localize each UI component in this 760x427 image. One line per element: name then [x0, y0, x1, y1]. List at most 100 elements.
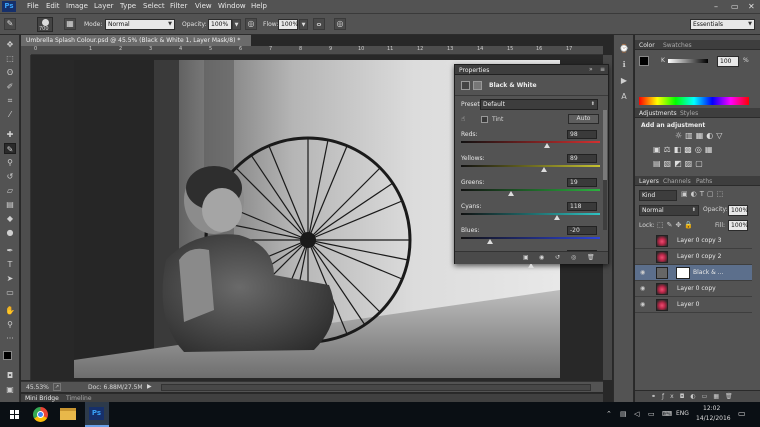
- chrome-icon[interactable]: [33, 407, 48, 422]
- opacity-field[interactable]: 100%: [208, 19, 232, 30]
- layer-row[interactable]: Layer 0 copy 2: [635, 249, 752, 265]
- mode-dropdown[interactable]: Normal ▼: [105, 19, 175, 30]
- layer-visibility-eye-icon[interactable]: ◉: [640, 285, 645, 292]
- mask-icon[interactable]: [473, 81, 482, 90]
- crop-tool-icon[interactable]: ⌗: [4, 95, 16, 106]
- slider-track[interactable]: [461, 189, 600, 191]
- slider-value-field[interactable]: 118: [567, 202, 597, 211]
- history-brush-tool-icon[interactable]: ↺: [4, 171, 16, 182]
- adjustment-icons-row-1[interactable]: ☼▥▦◐▽: [675, 131, 755, 141]
- color-foreground-swatch[interactable]: [639, 56, 649, 66]
- opacity-dropdown-icon[interactable]: ▼: [232, 19, 241, 30]
- blur-tool-icon[interactable]: ◆: [4, 213, 16, 224]
- path-selection-tool-icon[interactable]: ➤: [4, 273, 16, 284]
- quick-selection-tool-icon[interactable]: ✐: [4, 81, 16, 92]
- layers-tab[interactable]: Layers: [639, 178, 659, 185]
- toggle-brush-panel-icon[interactable]: ▦: [64, 18, 76, 30]
- document-tab[interactable]: Umbrella Splash Colour.psd @ 45.5% (Blac…: [21, 35, 251, 46]
- slider-knob[interactable]: [541, 167, 548, 172]
- k-slider[interactable]: [668, 59, 708, 63]
- targeted-adjustment-icon[interactable]: ☝: [461, 115, 465, 123]
- menu-window[interactable]: Window: [218, 2, 246, 10]
- fill-field[interactable]: 100%: [728, 220, 748, 231]
- slider-knob[interactable]: [544, 143, 551, 148]
- horizontal-ruler[interactable]: 0 1 2 3 4 5 6 7 8 9 10 11 12 13 14 15 16…: [31, 46, 603, 55]
- shape-tool-icon[interactable]: ▭: [4, 287, 16, 298]
- slider-track[interactable]: [461, 141, 600, 143]
- scroll-thumb[interactable]: [603, 110, 607, 180]
- layer-row[interactable]: ◉ Layer 0: [635, 297, 752, 313]
- menu-filter[interactable]: Filter: [170, 2, 187, 10]
- photoshop-taskbar-button[interactable]: Ps: [85, 402, 109, 427]
- layer-filter-dropdown[interactable]: Kind: [639, 190, 677, 201]
- view-previous-icon[interactable]: ◉: [539, 254, 544, 261]
- eraser-tool-icon[interactable]: ▱: [4, 185, 16, 196]
- menu-view[interactable]: View: [195, 2, 212, 10]
- action-center-icon[interactable]: ▭: [738, 409, 746, 418]
- menu-edit[interactable]: Edit: [46, 2, 60, 10]
- layers-footer-icons[interactable]: ⚭ƒx◘◐▭▦🗑: [635, 390, 760, 402]
- delete-icon[interactable]: 🗑: [587, 254, 595, 261]
- zoom-level[interactable]: 45.53%: [26, 384, 49, 391]
- clock-time[interactable]: 12:02: [703, 405, 720, 412]
- slider-knob[interactable]: [553, 215, 560, 220]
- layer-visibility-eye-icon[interactable]: ◉: [640, 301, 645, 308]
- marquee-tool-icon[interactable]: ⬚: [4, 53, 16, 64]
- healing-brush-tool-icon[interactable]: ✚: [4, 129, 16, 140]
- channels-tab[interactable]: Channels: [663, 178, 691, 185]
- tray-keyboard-icon[interactable]: ⌨: [662, 410, 672, 418]
- layer-row[interactable]: Layer 0 copy 3: [635, 233, 752, 249]
- layer-row[interactable]: ◉ Black & ...: [635, 265, 752, 281]
- menu-image[interactable]: Image: [66, 2, 88, 10]
- panel-menu-icon[interactable]: ≡: [600, 66, 605, 73]
- pressure-opacity-icon[interactable]: ◎: [245, 18, 257, 30]
- pen-tool-icon[interactable]: ✒: [4, 245, 16, 256]
- move-tool-icon[interactable]: ✥: [4, 39, 16, 50]
- vertical-ruler[interactable]: [21, 55, 31, 380]
- foreground-color-swatch[interactable]: [3, 351, 12, 360]
- airbrush-icon[interactable]: ⴰ: [313, 18, 325, 30]
- tint-checkbox[interactable]: [481, 116, 488, 123]
- history-icon[interactable]: ⌚: [618, 43, 630, 54]
- lasso-tool-icon[interactable]: ʘ: [4, 67, 16, 78]
- eyedropper-tool-icon[interactable]: ⁄: [4, 109, 16, 120]
- actions-icon[interactable]: ▶: [618, 75, 630, 86]
- close-button[interactable]: ✕: [748, 2, 755, 11]
- clone-stamp-tool-icon[interactable]: ⚲: [4, 157, 16, 168]
- visibility-icon[interactable]: ◎: [571, 254, 576, 261]
- zoom-tool-icon[interactable]: ⚲: [4, 319, 16, 330]
- collapse-icon[interactable]: »: [589, 66, 593, 73]
- tray-up-arrow-icon[interactable]: ⌃: [606, 410, 612, 418]
- hand-tool-icon[interactable]: ✋: [4, 305, 16, 316]
- tray-network-icon[interactable]: ▤: [620, 410, 627, 418]
- restore-button[interactable]: ▭: [731, 2, 739, 11]
- mini-bridge-tab[interactable]: Mini Bridge: [25, 395, 59, 402]
- adjustment-icon[interactable]: [461, 81, 470, 90]
- minimize-button[interactable]: –: [714, 2, 718, 11]
- reset-icon[interactable]: ↺: [555, 254, 560, 261]
- properties-tab[interactable]: Properties: [459, 67, 489, 74]
- slider-value-field[interactable]: -20: [567, 226, 597, 235]
- menu-layer[interactable]: Layer: [94, 2, 114, 10]
- slider-knob[interactable]: [487, 239, 494, 244]
- file-explorer-icon[interactable]: [60, 408, 76, 420]
- ruler-origin[interactable]: [21, 46, 31, 55]
- swatches-tab[interactable]: Swatches: [663, 42, 692, 49]
- styles-tab[interactable]: Styles: [680, 110, 698, 117]
- layer-visibility-eye-icon[interactable]: ◉: [640, 269, 645, 276]
- menu-type[interactable]: Type: [120, 2, 136, 10]
- layer-filter-icons[interactable]: ▣◐T▢⬚: [681, 190, 751, 200]
- windows-start-icon[interactable]: [10, 410, 19, 419]
- quick-mask-icon[interactable]: ◘: [4, 370, 16, 381]
- tray-battery-icon[interactable]: ▭: [648, 410, 655, 418]
- brush-tool-preset-icon[interactable]: ✎: [4, 18, 16, 30]
- clock-date[interactable]: 14/12/2016: [696, 415, 731, 422]
- auto-button[interactable]: Auto: [568, 114, 599, 124]
- adjustment-icons-row-2[interactable]: ▣⚖◧▩◎▦: [653, 145, 753, 155]
- info-icon[interactable]: ℹ: [618, 59, 630, 70]
- workspace-dropdown[interactable]: Essentials ▼: [690, 19, 755, 30]
- adjustments-tab[interactable]: Adjustments: [639, 110, 677, 117]
- share-icon[interactable]: ↗: [53, 383, 61, 391]
- gradient-tool-icon[interactable]: ▤: [4, 199, 16, 210]
- type-tool-icon[interactable]: T: [4, 259, 16, 270]
